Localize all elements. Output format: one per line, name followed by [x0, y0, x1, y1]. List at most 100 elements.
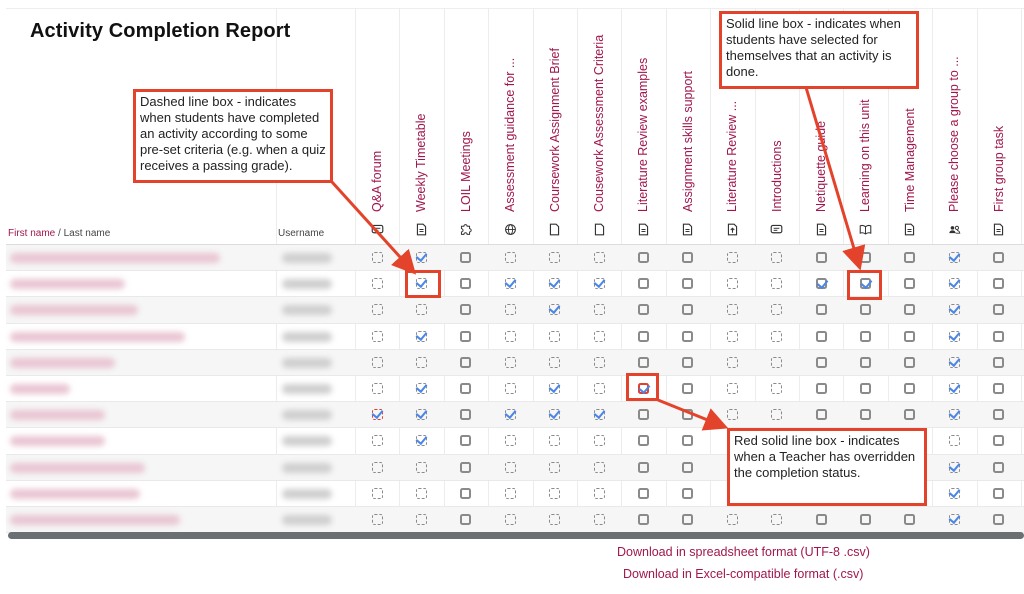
completion-checkbox-empty[interactable]	[460, 461, 472, 473]
activity-header-link[interactable]: Coursework Assignment Brief	[548, 48, 562, 212]
completion-checkbox-empty[interactable]	[637, 304, 649, 316]
activity-header-link[interactable]: Time Management	[903, 108, 917, 212]
completion-checkbox-empty[interactable]	[682, 356, 694, 368]
student-name-link[interactable]	[10, 253, 220, 263]
completion-checkbox-empty[interactable]	[637, 356, 649, 368]
completion-checkbox-empty[interactable]	[682, 278, 694, 290]
completion-checkbox-empty[interactable]	[460, 356, 472, 368]
completion-checkbox-empty[interactable]	[460, 304, 472, 316]
completion-checkbox-empty[interactable]	[815, 383, 827, 395]
student-name-link[interactable]	[10, 383, 70, 394]
completion-checkbox-empty[interactable]	[904, 513, 916, 525]
completion-checkbox-empty[interactable]	[993, 435, 1005, 447]
completion-checkbox-empty[interactable]	[993, 409, 1005, 421]
completion-checkbox-empty[interactable]	[682, 330, 694, 342]
sort-last-name-link[interactable]: Last name	[64, 228, 111, 239]
completion-checkbox-empty[interactable]	[904, 304, 916, 316]
activity-header-link[interactable]: Weekly Timetable	[414, 114, 428, 212]
activity-header-link[interactable]: Introductions	[770, 140, 784, 212]
completion-checkbox-empty[interactable]	[460, 383, 472, 395]
activity-header-link[interactable]: Literature Review ...	[725, 101, 739, 212]
activity-header-link[interactable]: Assignment skills support	[681, 71, 695, 212]
completion-checkbox-empty[interactable]	[682, 304, 694, 316]
completion-checkbox-empty[interactable]	[460, 252, 472, 264]
completion-checkbox-empty[interactable]	[859, 356, 871, 368]
completion-checkbox-empty[interactable]	[993, 356, 1005, 368]
completion-checkbox-empty[interactable]	[460, 278, 472, 290]
completion-checkbox-checked[interactable]	[815, 277, 828, 290]
completion-checkbox-empty[interactable]	[682, 409, 694, 421]
activity-header-link[interactable]: Assessment guidance for ...	[503, 58, 517, 212]
completion-checkbox-empty[interactable]	[859, 252, 871, 264]
completion-checkbox-empty[interactable]	[904, 252, 916, 264]
download-csv-utf8-link[interactable]: Download in spreadsheet format (UTF-8 .c…	[617, 545, 870, 559]
activity-header-link[interactable]: Cousework Assessment Criteria	[592, 35, 606, 212]
activity-header-link[interactable]: Learning on this unit	[858, 99, 872, 212]
completion-checkbox-empty[interactable]	[682, 487, 694, 499]
completion-checkbox-empty[interactable]	[859, 383, 871, 395]
completion-cell	[977, 402, 1021, 427]
student-name-link[interactable]	[10, 305, 138, 316]
completion-checkbox-empty[interactable]	[993, 278, 1005, 290]
completion-checkbox-empty[interactable]	[460, 435, 472, 447]
download-csv-excel-link[interactable]: Download in Excel-compatible format (.cs…	[623, 567, 863, 581]
student-name-link[interactable]	[10, 462, 145, 473]
student-name-link[interactable]	[10, 436, 105, 447]
student-name-link[interactable]	[10, 410, 105, 421]
completion-checkbox-empty[interactable]	[993, 487, 1005, 499]
completion-checkbox-empty[interactable]	[460, 330, 472, 342]
completion-checkbox-empty[interactable]	[993, 513, 1005, 525]
completion-checkbox-empty[interactable]	[637, 513, 649, 525]
completion-checkbox-empty[interactable]	[815, 409, 827, 421]
activity-header-link[interactable]: Please choose a group to ...	[947, 56, 961, 212]
completion-checkbox-empty[interactable]	[904, 356, 916, 368]
completion-checkbox-empty[interactable]	[682, 435, 694, 447]
completion-checkbox-empty[interactable]	[815, 513, 827, 525]
completion-checkbox-empty[interactable]	[637, 252, 649, 264]
completion-checkbox-empty[interactable]	[904, 278, 916, 290]
completion-checkbox-empty[interactable]	[859, 330, 871, 342]
completion-checkbox-empty[interactable]	[682, 252, 694, 264]
activity-header-link[interactable]: LOIL Meetings	[459, 131, 473, 212]
completion-checkbox-empty[interactable]	[815, 330, 827, 342]
horizontal-scrollbar[interactable]	[8, 532, 1024, 539]
completion-checkbox-empty[interactable]	[815, 252, 827, 264]
completion-checkbox-empty[interactable]	[815, 304, 827, 316]
completion-checkbox-empty[interactable]	[637, 435, 649, 447]
student-name-link[interactable]	[10, 488, 140, 499]
completion-checkbox-empty[interactable]	[859, 513, 871, 525]
student-name-link[interactable]	[10, 279, 125, 290]
completion-checkbox-empty[interactable]	[904, 383, 916, 395]
student-name-link[interactable]	[10, 331, 185, 342]
activity-header-link[interactable]: Literature Review examples	[636, 58, 650, 212]
activity-header-link[interactable]: Netiquette guide	[814, 121, 828, 212]
completion-checkbox-empty[interactable]	[682, 383, 694, 395]
completion-checkbox-empty[interactable]	[859, 304, 871, 316]
completion-checkbox-empty[interactable]	[682, 513, 694, 525]
sort-first-name-link[interactable]: First name	[8, 228, 55, 239]
completion-checkbox-empty[interactable]	[460, 513, 472, 525]
completion-checkbox-empty[interactable]	[993, 304, 1005, 316]
completion-checkbox-empty[interactable]	[460, 487, 472, 499]
completion-checkbox-empty[interactable]	[904, 409, 916, 421]
completion-checkbox-empty[interactable]	[460, 409, 472, 421]
student-name-link[interactable]	[10, 357, 115, 368]
completion-checkbox-empty[interactable]	[637, 330, 649, 342]
completion-checkbox-empty[interactable]	[993, 330, 1005, 342]
completion-checkbox-empty[interactable]	[993, 383, 1005, 395]
completion-checkbox-empty[interactable]	[993, 252, 1005, 264]
completion-checkbox-empty[interactable]	[859, 409, 871, 421]
activity-header-link[interactable]: First group task	[992, 126, 1006, 212]
completion-checkbox-empty[interactable]	[682, 461, 694, 473]
completion-checkbox-empty[interactable]	[637, 461, 649, 473]
completion-checkbox-checked[interactable]	[371, 407, 383, 421]
completion-checkbox-empty[interactable]	[993, 461, 1005, 473]
completion-checkbox-empty[interactable]	[904, 330, 916, 342]
completion-checkbox-empty[interactable]	[637, 409, 649, 421]
completion-cell	[977, 324, 1021, 349]
completion-checkbox-empty[interactable]	[637, 278, 649, 290]
student-name-link[interactable]	[10, 514, 180, 525]
completion-checkbox-empty[interactable]	[815, 356, 827, 368]
completion-checkbox-empty[interactable]	[637, 487, 649, 499]
activity-header-link[interactable]: Q&A forum	[370, 151, 384, 212]
